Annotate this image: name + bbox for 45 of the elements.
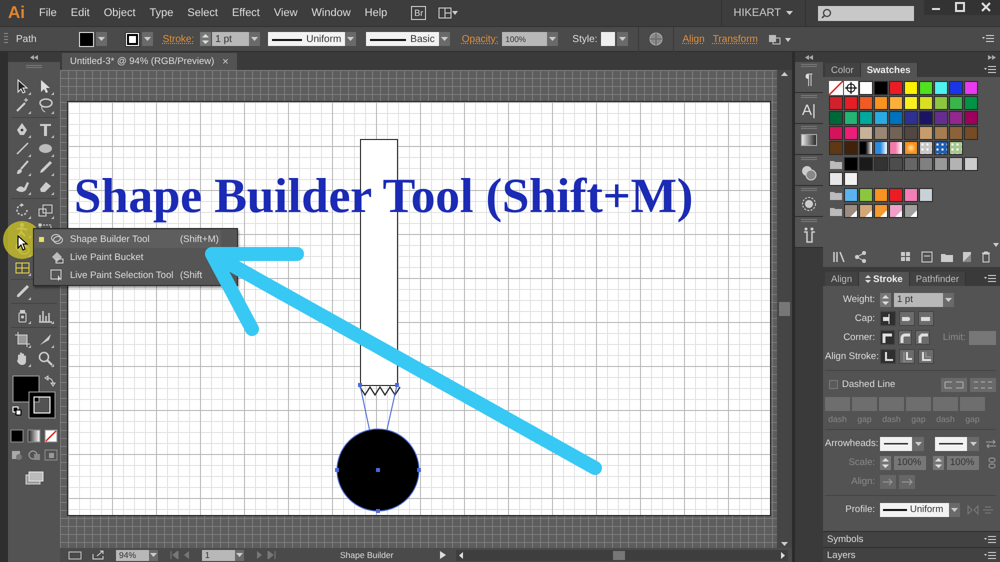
weight-dropdown[interactable]: 1 pt <box>894 292 954 306</box>
variable-width-dropdown[interactable]: Uniform <box>268 32 356 46</box>
transform-link[interactable]: Transform <box>712 34 758 44</box>
brush-dropdown[interactable]: Basic <box>366 32 450 46</box>
menu-item[interactable]: Window <box>312 7 351 19</box>
panel-tab[interactable]: Color <box>825 63 861 77</box>
selection-type-label: Path <box>16 34 37 44</box>
profile-dropdown[interactable]: Uniform <box>880 502 960 516</box>
stroke-link[interactable]: Stroke: <box>162 34 194 44</box>
menu-item[interactable]: File <box>39 7 57 19</box>
cap-label: Cap: <box>854 313 875 324</box>
close-tab-button[interactable]: × <box>222 56 229 68</box>
document-tab[interactable]: Untitled-3* @ 94% (RGB/Preview) × <box>62 53 237 70</box>
menu-item[interactable]: Edit <box>70 7 90 19</box>
profile-label: Profile: <box>844 504 875 515</box>
panel-tab[interactable]: Swatches <box>860 63 918 77</box>
menu-item[interactable]: Type <box>150 7 174 19</box>
menu-item[interactable]: View <box>274 7 298 19</box>
artboard-number-field[interactable]: 1 <box>202 550 244 560</box>
menu-item[interactable]: Help <box>364 7 388 19</box>
zoom-field[interactable]: 94% <box>116 550 158 560</box>
opacity-link[interactable]: Opacity: <box>462 34 498 44</box>
stroke-weight-dropdown[interactable]: 1 pt <box>212 32 260 46</box>
align-link[interactable]: Align <box>682 34 705 44</box>
corner-label: Corner: <box>842 332 875 343</box>
panel-tab[interactable]: Align <box>825 272 860 286</box>
flyout-menu-item[interactable]: Shape Builder Tool (Shift+M) <box>34 230 221 248</box>
panel-tab[interactable]: Pathfinder <box>910 272 966 286</box>
menu-item[interactable]: Effect <box>232 7 260 19</box>
status-text: Shape Builder <box>340 550 394 560</box>
collapsed-panel-tab[interactable]: Layers <box>827 550 856 561</box>
weight-label: Weight: <box>842 294 875 305</box>
style-label: Style: <box>572 34 598 44</box>
collapsed-panel-tab[interactable]: Symbols <box>827 534 864 545</box>
bridge-button[interactable]: Br <box>411 6 426 20</box>
dock-panel-button[interactable]: ¶ <box>804 72 814 88</box>
arrowheads-label: Arrowheads: <box>825 438 875 449</box>
menu-item[interactable]: Object <box>104 7 136 19</box>
menu-item[interactable]: Select <box>187 7 218 19</box>
app-logo: Ai <box>8 3 25 23</box>
flyout-menu-item[interactable]: Live Paint Bucket <box>34 248 182 266</box>
dashed-line-label: Dashed Line <box>842 379 896 390</box>
flyout-menu-item[interactable]: Live Paint Selection Tool (Shift <box>34 266 204 284</box>
panel-tab[interactable]: Stroke <box>859 272 910 286</box>
opacity-field[interactable]: 100% <box>502 32 558 46</box>
